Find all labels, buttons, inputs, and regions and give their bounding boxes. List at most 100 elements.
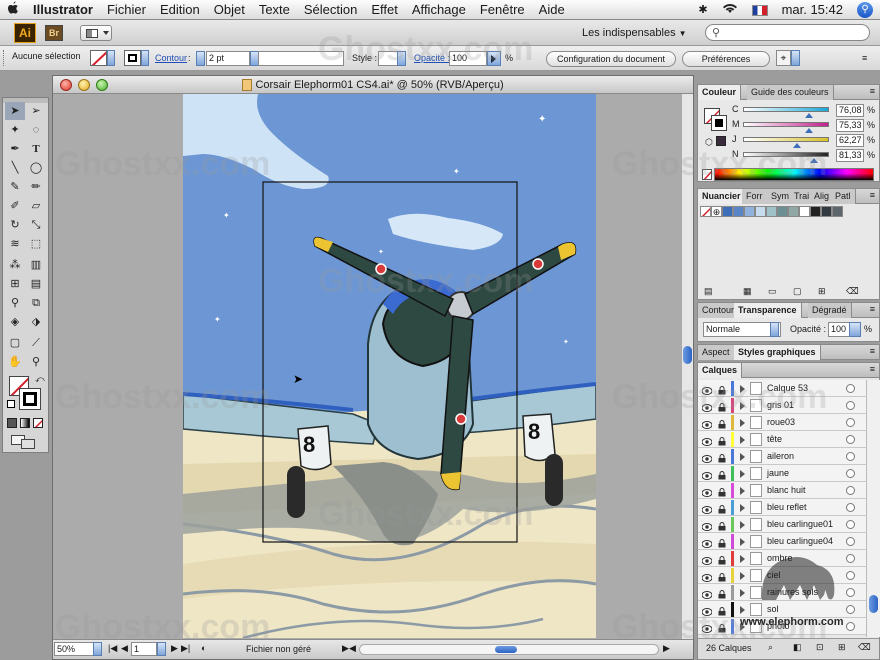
lock-icon[interactable] [718, 622, 726, 633]
eye-icon[interactable] [701, 435, 713, 446]
layer-row[interactable]: gris 01 [698, 397, 866, 414]
channel-slider[interactable] [743, 137, 829, 142]
delete-swatch-icon[interactable]: ⌫ [846, 286, 859, 297]
tab-degrade[interactable]: Dégradé [808, 303, 852, 318]
eye-icon[interactable] [701, 588, 713, 599]
expand-triangle-icon[interactable] [740, 402, 745, 410]
layer-target-icon[interactable] [846, 537, 855, 546]
none-mode-icon[interactable] [33, 418, 43, 428]
menu-affichage[interactable]: Affichage [405, 2, 473, 17]
expand-triangle-icon[interactable] [740, 589, 745, 597]
layer-target-icon[interactable] [846, 486, 855, 495]
panel-menu-icon[interactable]: ≡ [862, 53, 867, 63]
expand-triangle-icon[interactable] [740, 453, 745, 461]
tab-nuancier[interactable]: Nuancier [698, 189, 746, 204]
layer-name[interactable]: blanc huit [767, 482, 806, 499]
layer-target-icon[interactable] [846, 520, 855, 529]
gradient-tool-icon[interactable]: ▤ [26, 275, 46, 293]
select-similar-icon[interactable]: ⌖ [776, 50, 791, 66]
channel-value-field[interactable]: 76,08 [836, 104, 864, 117]
menu-selection[interactable]: Sélection [297, 2, 364, 17]
lock-icon[interactable] [718, 469, 726, 480]
stroke-swatch[interactable] [124, 50, 141, 66]
layer-target-icon[interactable] [846, 418, 855, 427]
tab-aspect[interactable]: Aspect [698, 345, 735, 360]
line-tool-icon[interactable]: ╲ [5, 159, 25, 177]
warp-tool-icon[interactable]: ≋ [5, 235, 25, 253]
eye-icon[interactable] [701, 418, 713, 429]
layer-target-icon[interactable] [846, 588, 855, 597]
eye-icon[interactable] [701, 486, 713, 497]
layer-name[interactable]: roue03 [767, 414, 795, 431]
swatch-library-icon[interactable]: ▤ [704, 286, 713, 297]
symbol-sprayer-tool-icon[interactable]: ⁂ [5, 256, 25, 274]
tab-forme[interactable]: Forr [742, 189, 768, 204]
tab-calques[interactable]: Calques [698, 363, 743, 378]
eye-icon[interactable] [701, 452, 713, 463]
swatch-none[interactable] [700, 206, 711, 217]
scroll-right-icon[interactable]: ▶ [663, 643, 670, 654]
pen-tool-icon[interactable]: ✒ [5, 140, 25, 158]
swatch-chip[interactable] [799, 206, 810, 217]
zoom-window-button[interactable] [96, 79, 108, 91]
transparency-opacity-field[interactable]: 100 [828, 322, 850, 337]
vertical-scroll-thumb[interactable] [683, 346, 692, 364]
layer-target-icon[interactable] [846, 452, 855, 461]
swatch-registration-icon[interactable]: ⊕ [711, 206, 722, 217]
expand-triangle-icon[interactable] [740, 419, 745, 427]
swatch-chip[interactable] [832, 206, 843, 217]
stroke-box-icon[interactable] [19, 388, 41, 410]
layer-target-icon[interactable] [846, 435, 855, 444]
minimize-window-button[interactable] [78, 79, 90, 91]
opacity-label-link[interactable]: Opacité : [414, 53, 450, 63]
hand-tool-icon[interactable]: ✋ [5, 353, 25, 371]
selection-tool-icon[interactable]: ➤ [5, 102, 25, 120]
expand-triangle-icon[interactable] [740, 555, 745, 563]
expand-triangle-icon[interactable] [740, 487, 745, 495]
layer-row[interactable]: bleu carlingue01 [698, 516, 866, 533]
live-paint-selection-tool-icon[interactable]: ⬗ [26, 313, 46, 331]
default-colors-icon[interactable] [7, 400, 15, 408]
direct-selection-tool-icon[interactable]: ➢ [26, 102, 46, 120]
zoom-tool-icon[interactable]: ⚲ [26, 353, 46, 371]
type-tool-icon[interactable]: T [26, 140, 46, 158]
channel-slider-knob[interactable] [804, 128, 813, 133]
eye-icon[interactable] [701, 554, 713, 565]
screen-mode-icon[interactable] [21, 439, 35, 449]
channel-value-field[interactable]: 81,33 [836, 149, 864, 162]
layer-row[interactable]: tête [698, 431, 866, 448]
blend-tool-icon[interactable]: ⧉ [26, 294, 46, 312]
panel-menu-icon[interactable]: ≡ [870, 190, 875, 200]
delete-layer-icon[interactable]: ⌫ [858, 642, 871, 653]
new-layer-icon[interactable]: ⊞ [838, 642, 846, 653]
workspace-switcher[interactable]: Les indispensables ▼ [582, 25, 700, 41]
layer-target-icon[interactable] [846, 401, 855, 410]
mesh-tool-icon[interactable]: ⊞ [5, 275, 25, 293]
menu-edition[interactable]: Edition [153, 2, 207, 17]
new-sublayer-icon[interactable]: ⊡ [816, 642, 824, 653]
stroke-weight-field[interactable]: 2 pt [206, 51, 250, 66]
layer-target-icon[interactable] [846, 622, 855, 631]
menu-objet[interactable]: Objet [207, 2, 252, 17]
horizontal-scroll-thumb[interactable] [495, 646, 517, 653]
lock-icon[interactable] [718, 520, 726, 531]
scroll-left-icon[interactable]: ◀ [349, 643, 356, 654]
panel-menu-icon[interactable]: ≡ [870, 86, 875, 96]
swatch-chip[interactable] [810, 206, 821, 217]
lock-icon[interactable] [718, 384, 726, 395]
layer-name[interactable]: tête [767, 431, 782, 448]
layer-name[interactable]: Calque 53 [767, 380, 808, 397]
lasso-tool-icon[interactable]: ◌ [26, 121, 46, 139]
lock-icon[interactable] [718, 537, 726, 548]
layer-target-icon[interactable] [846, 384, 855, 393]
lock-icon[interactable] [718, 452, 726, 463]
expand-triangle-icon[interactable] [740, 572, 745, 580]
layer-target-icon[interactable] [846, 571, 855, 580]
blend-mode-dropdown[interactable] [770, 322, 779, 337]
eraser-tool-icon[interactable]: ▱ [26, 197, 46, 215]
locate-object-icon[interactable]: ⌕ [768, 642, 773, 653]
eye-icon[interactable] [701, 503, 713, 514]
document-setup-button[interactable]: Configuration du document [546, 51, 676, 67]
eyedropper-tool-icon[interactable]: ⚲ [5, 294, 25, 312]
menu-aide[interactable]: Aide [532, 2, 572, 17]
